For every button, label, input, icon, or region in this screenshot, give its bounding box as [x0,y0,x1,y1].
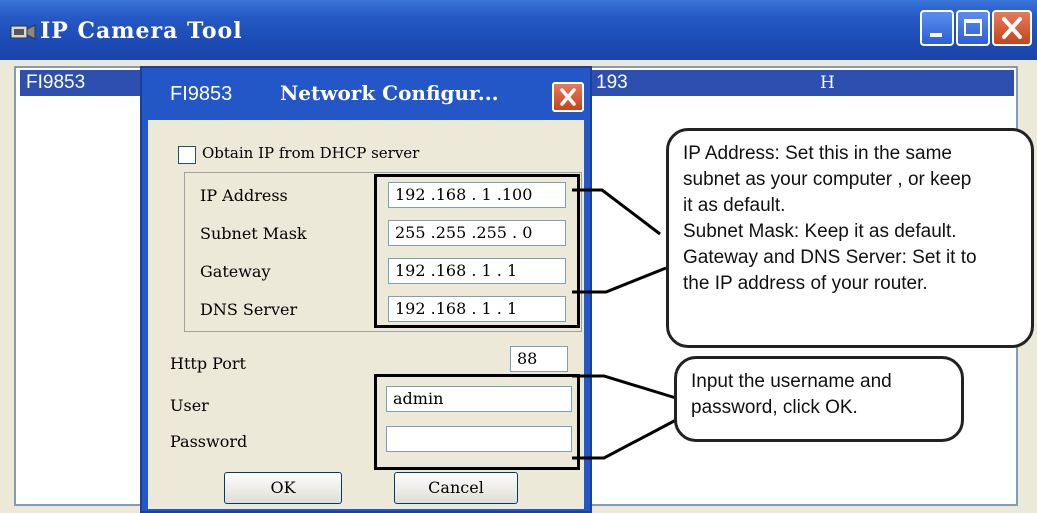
subnet-mask-label: Subnet Mask [200,224,307,243]
callout-line: it as default. [683,195,786,216]
device-status: H [820,73,835,93]
maximize-button[interactable] [956,10,990,46]
dhcp-label: Obtain IP from DHCP server [202,144,420,162]
cancel-button[interactable]: Cancel [394,472,518,504]
dialog-title: Network Configur... [280,81,499,105]
window-title: IP Camera Tool [40,18,243,44]
dialog-close-button[interactable] [552,82,584,112]
http-port-field[interactable]: 88 [510,346,568,372]
camera-icon [10,22,36,42]
gateway-label: Gateway [200,262,271,281]
dhcp-checkbox[interactable] [178,146,196,164]
ip-fields-highlight [374,174,580,328]
callout-line: password, click OK. [691,397,858,418]
close-button[interactable] [992,10,1032,46]
http-port-label: Http Port [170,354,246,373]
main-window: IP Camera Tool FI9853 193 H FI9853 Netwo… [0,0,1037,513]
password-label: Password [170,432,248,451]
network-config-dialog: FI9853 Network Configur... Obtain IP fro… [140,66,592,513]
callout-line: Subnet Mask: Keep it as default. [683,221,957,242]
ok-button[interactable]: OK [224,472,342,504]
callout-line: Input the username and [691,371,892,392]
credentials-callout: Input the username and password, click O… [674,356,964,442]
user-label: User [170,396,209,415]
callout-line: Gateway and DNS Server: Set it to [683,247,977,268]
ip-address-label: IP Address [200,186,288,205]
dialog-body: Obtain IP from DHCP server IP Address 19… [148,120,584,509]
device-name: FI9853 [26,72,86,93]
callout-line: subnet as your computer , or keep [683,169,972,190]
minimize-button[interactable] [920,10,954,46]
title-bar[interactable]: IP Camera Tool [0,0,1037,60]
callout-line: IP Address: Set this in the same [683,143,952,164]
callout-line: the IP address of your router. [683,273,928,294]
ip-settings-callout: IP Address: Set this in the same subnet … [666,128,1034,348]
dns-server-label: DNS Server [200,300,298,319]
device-ip: 193 [596,72,628,93]
dialog-device-name: FI9853 [170,83,233,105]
credentials-highlight [374,374,580,470]
